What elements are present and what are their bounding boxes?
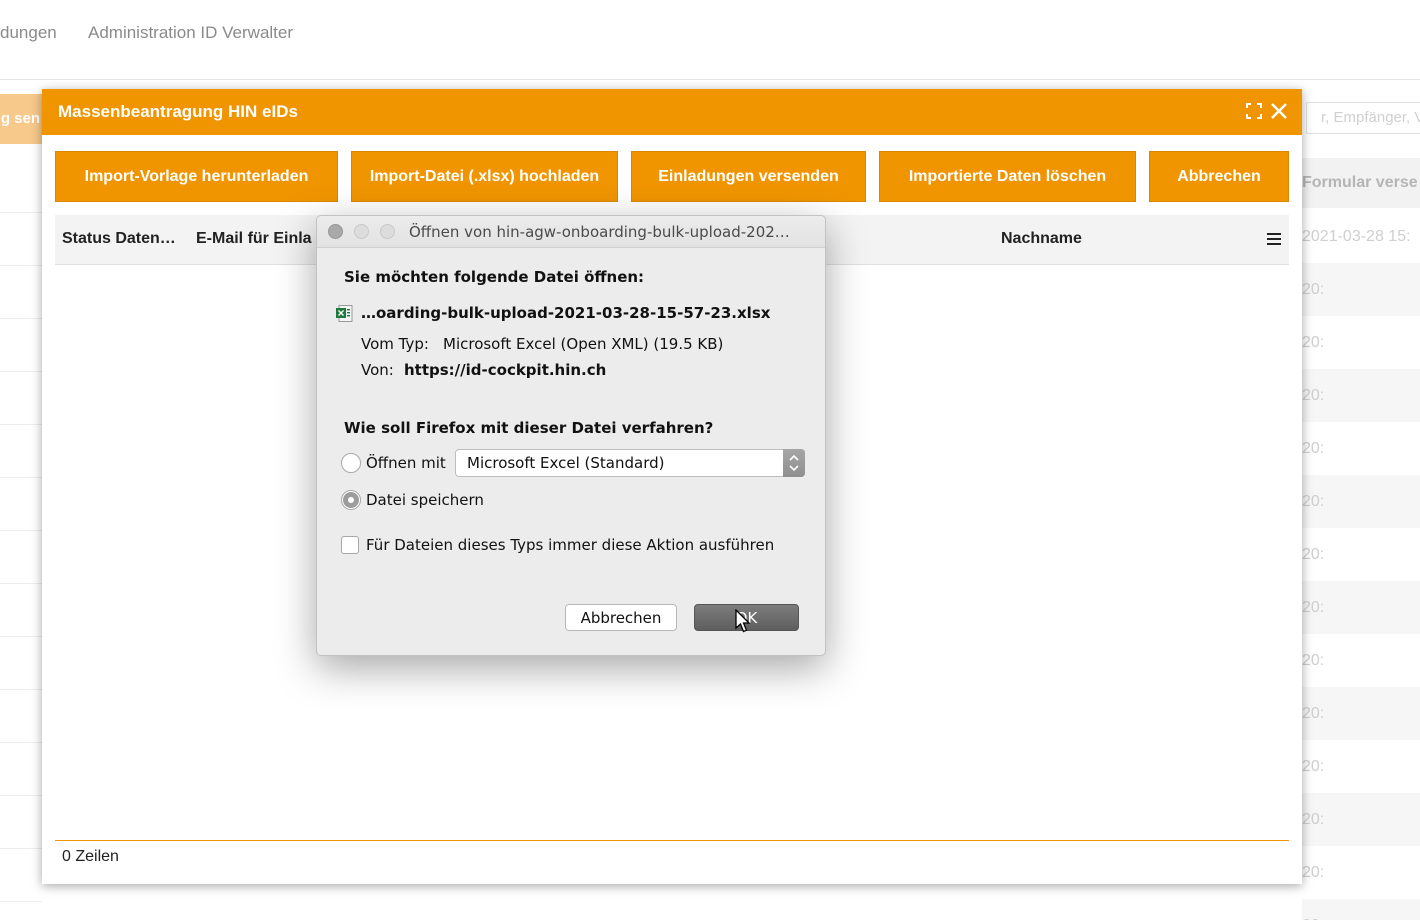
upload-file-button[interactable]: Import-Datei (.xlsx) hochladen [351, 151, 618, 202]
dialog-prompt: Sie möchten folgende Datei öffnen: [344, 268, 645, 286]
background-search-input[interactable]: r, Empfänger, V [1306, 102, 1420, 134]
file-open-dialog: Öffnen von hin-agw-onboarding-bulk-uploa… [316, 215, 826, 656]
open-with-app-value: Microsoft Excel (Standard) [467, 454, 665, 472]
send-invitations-button[interactable]: Einladungen versenden [631, 151, 866, 202]
background-row: 20: [1302, 546, 1325, 563]
modal-header: Massenbeantragung HIN eIDs [42, 89, 1302, 135]
file-type-value: Microsoft Excel (Open XML) (19.5 KB) [443, 335, 724, 353]
nav-item-partial[interactable]: dungen [0, 23, 57, 43]
background-row: 20: [1302, 793, 1420, 846]
background-nav-bar: dungen Administration ID Verwalter [0, 0, 1420, 80]
dialog-filename: …oarding-bulk-upload-2021-03-28-15-57-23… [361, 304, 771, 322]
always-do-this-label[interactable]: Für Dateien dieses Typs immer diese Akti… [366, 536, 774, 554]
open-with-radio[interactable] [341, 453, 361, 473]
window-minimize-button[interactable] [354, 224, 369, 239]
expand-icon[interactable] [1246, 103, 1262, 119]
window-close-button[interactable] [328, 224, 343, 239]
background-column-header: Formular verse [1302, 158, 1420, 208]
xlsx-file-icon [336, 305, 353, 322]
save-file-radio[interactable] [341, 490, 361, 510]
dialog-cancel-button[interactable]: Abbrechen [565, 604, 677, 631]
background-row: 20: [1302, 687, 1420, 740]
always-do-this-checkbox[interactable] [341, 536, 359, 554]
file-source-label: Von: [361, 361, 394, 379]
open-with-label[interactable]: Öffnen mit [366, 454, 446, 472]
save-file-label[interactable]: Datei speichern [366, 491, 484, 509]
grid-footer-divider [55, 840, 1289, 841]
background-right-table: r, Empfänger, V Formular verse 2021-03-2… [1302, 90, 1420, 920]
background-row: 20: [1302, 475, 1420, 528]
column-header-lastname[interactable]: Nachname [1001, 230, 1082, 248]
close-icon[interactable] [1270, 102, 1288, 120]
background-row: 20: [1302, 652, 1325, 669]
column-header-email[interactable]: E-Mail für Einla [196, 230, 312, 248]
column-menu-icon[interactable] [1267, 233, 1281, 245]
window-maximize-button[interactable] [380, 224, 395, 239]
background-row: 20: [1302, 899, 1420, 920]
cancel-button[interactable]: Abbrechen [1149, 151, 1289, 202]
open-with-app-select[interactable]: Microsoft Excel (Standard) [455, 449, 805, 477]
background-row: 20: [1302, 263, 1420, 316]
file-source-value: https://id-cockpit.hin.ch [404, 361, 607, 379]
background-send-button[interactable]: g sen [0, 94, 42, 144]
background-row: 20: [1302, 369, 1420, 422]
background-row: 20: [1302, 334, 1325, 351]
nav-item-administration[interactable]: Administration ID Verwalter [88, 23, 293, 43]
file-type-label: Vom Typ: [361, 335, 429, 353]
modal-title: Massenbeantragung HIN eIDs [58, 102, 298, 121]
mouse-cursor-icon [735, 609, 751, 633]
background-row: 20: [1302, 440, 1325, 457]
dialog-titlebar[interactable]: Öffnen von hin-agw-onboarding-bulk-uploa… [317, 216, 825, 248]
dialog-title: Öffnen von hin-agw-onboarding-bulk-uploa… [409, 223, 790, 241]
column-header-status[interactable]: Status Daten… [62, 230, 176, 248]
background-row: 20: [1302, 758, 1325, 775]
delete-imported-button[interactable]: Importierte Daten löschen [879, 151, 1136, 202]
stepper-arrows-icon [783, 449, 805, 477]
background-row: 2021-03-28 15: [1302, 228, 1411, 245]
background-row: 20: [1302, 581, 1420, 634]
dialog-question: Wie soll Firefox mit dieser Datei verfah… [344, 419, 714, 437]
row-count: 0 Zeilen [62, 848, 119, 865]
background-row: 20: [1302, 864, 1325, 881]
background-left-rows [0, 160, 42, 920]
download-template-button[interactable]: Import-Vorlage herunterladen [55, 151, 338, 202]
